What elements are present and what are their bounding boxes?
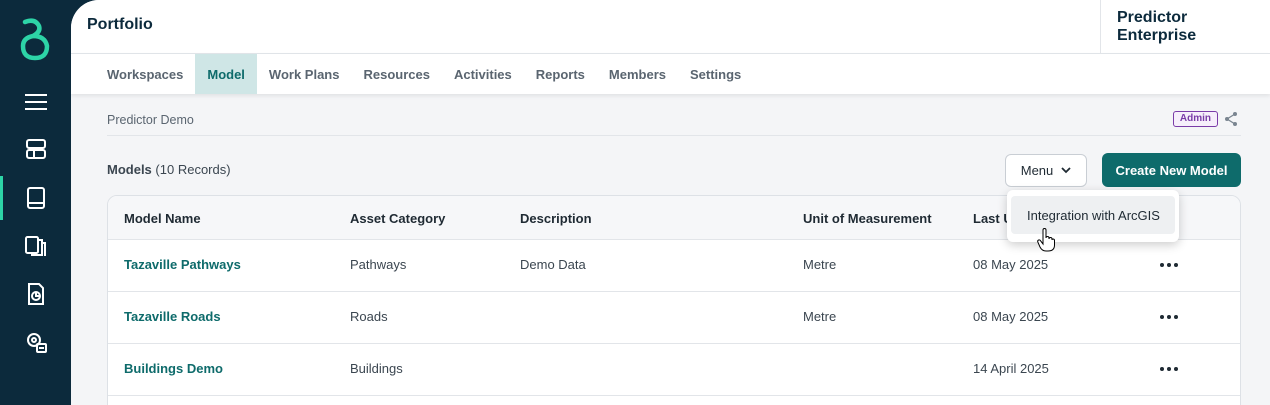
- column-header[interactable]: Unit of Measurement: [803, 211, 932, 226]
- sidebar-item-model[interactable]: [0, 176, 71, 220]
- table-row: Buildings Demo Buildings 14 April 2025: [108, 344, 1240, 396]
- create-new-model-button[interactable]: Create New Model: [1102, 153, 1241, 187]
- book-icon: [26, 187, 45, 209]
- more-options-icon[interactable]: [1160, 367, 1178, 371]
- main-area: Portfolio Predictor Enterprise Workspace…: [71, 0, 1270, 405]
- tab-resources[interactable]: Resources: [351, 54, 441, 94]
- documents-icon: [24, 236, 46, 256]
- settings-icon: [26, 333, 47, 353]
- records-count-text: (10 Records): [155, 162, 231, 177]
- top-bar: Portfolio Predictor Enterprise: [71, 0, 1270, 54]
- column-header[interactable]: Model Name: [124, 211, 201, 226]
- sidebar-item-settings[interactable]: [0, 320, 71, 364]
- table-row: Tazaville Roads Roads Metre 08 May 2025: [108, 292, 1240, 344]
- column-header[interactable]: Description: [520, 211, 592, 226]
- chevron-down-icon: [1061, 167, 1071, 174]
- logo-icon[interactable]: [17, 18, 53, 62]
- column-header[interactable]: Asset Category: [350, 211, 445, 226]
- table-row: Tazaville Pathways Pathways Demo Data Me…: [108, 240, 1240, 292]
- tab-work-plans[interactable]: Work Plans: [257, 54, 352, 94]
- sidebar-item-workspace[interactable]: [0, 127, 71, 171]
- menu-item-arcgis[interactable]: Integration with ArcGIS: [1011, 196, 1175, 234]
- menu-dropdown: Integration with ArcGIS: [1007, 190, 1179, 242]
- sidebar: [0, 0, 71, 405]
- hamburger-menu-button[interactable]: [0, 80, 71, 124]
- unit-cell: Metre: [803, 309, 837, 324]
- asset-category-cell: Roads: [350, 309, 388, 324]
- hamburger-icon: [24, 94, 47, 110]
- tab-workspaces[interactable]: Workspaces: [95, 54, 195, 94]
- asset-category-cell: Pathways: [350, 257, 407, 272]
- model-name-link[interactable]: Tazaville Roads: [124, 309, 221, 324]
- role-badge: Admin: [1172, 111, 1218, 127]
- breadcrumb-row: Predictor Demo Admin: [107, 104, 1241, 136]
- hand-cursor-icon: [1037, 228, 1055, 252]
- share-icon[interactable]: [1223, 111, 1239, 127]
- records-count: Models (10 Records): [107, 162, 231, 177]
- unit-cell: Metre: [803, 257, 837, 272]
- report-icon: [27, 283, 44, 305]
- asset-category-cell: Buildings: [350, 361, 403, 376]
- tab-activities[interactable]: Activities: [442, 54, 524, 94]
- workspace-icon: [25, 139, 46, 159]
- more-options-icon[interactable]: [1160, 315, 1178, 319]
- last-updated-cell: 08 May 2025: [973, 309, 1049, 324]
- tab-members[interactable]: Members: [597, 54, 678, 94]
- page-title: Portfolio: [87, 16, 153, 33]
- last-updated-cell: 08 May 2025: [973, 257, 1049, 272]
- model-name-link[interactable]: Buildings Demo: [124, 361, 223, 376]
- tab-bar: Workspaces Model Work Plans Resources Ac…: [71, 54, 1270, 94]
- breadcrumb[interactable]: Predictor Demo: [107, 113, 194, 127]
- description-cell: Demo Data: [520, 257, 586, 272]
- menu-button[interactable]: Menu: [1005, 154, 1087, 187]
- product-name: Predictor Enterprise: [1100, 0, 1270, 53]
- tab-settings[interactable]: Settings: [678, 54, 753, 94]
- more-options-icon[interactable]: [1160, 263, 1178, 267]
- last-updated-cell: 14 April 2025: [973, 361, 1049, 376]
- sidebar-item-reports[interactable]: [0, 272, 71, 316]
- sidebar-item-documents[interactable]: [0, 224, 71, 268]
- model-name-link[interactable]: Tazaville Pathways: [124, 257, 241, 272]
- menu-label: Menu: [1020, 163, 1054, 178]
- tab-model[interactable]: Model: [195, 54, 257, 94]
- tab-reports[interactable]: Reports: [524, 54, 597, 94]
- models-title: Models: [107, 162, 152, 177]
